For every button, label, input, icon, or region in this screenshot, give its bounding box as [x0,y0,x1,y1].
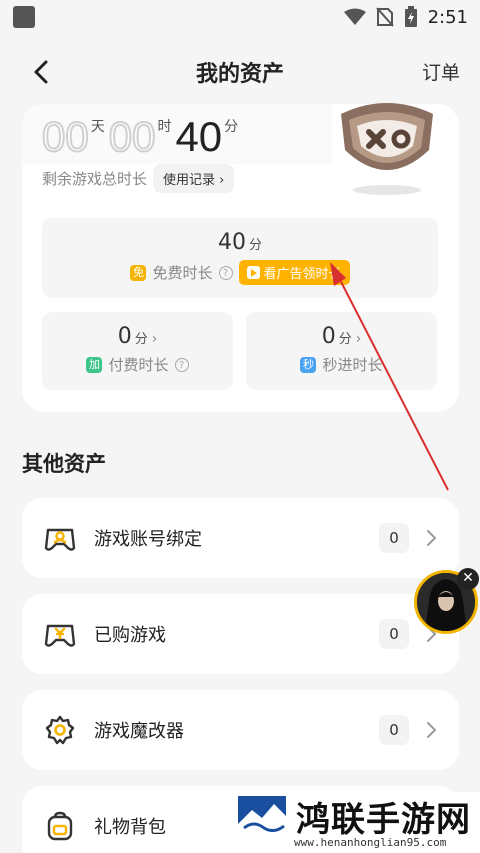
paid-time-value: 0 分 › [42,324,233,349]
other-assets-title: 其他资产 [22,452,106,476]
remaining-time: 00 天 00 时 40 分 [41,113,242,160]
count-badge: 0 [379,619,409,649]
remaining-row: 剩余游戏总时长 使用记录 › [42,164,235,193]
hours-value: 00 [108,113,157,160]
free-tag-icon: 免 [130,264,147,281]
usage-record-label: 使用记录 [163,173,216,188]
paid-time-label: 付费时长 [108,356,169,374]
gear-icon [45,715,75,745]
watermark-title: 鸿联手游网 [296,800,471,840]
free-time-label: 免费时长 [152,264,213,282]
paid-time-number: 0 [117,324,132,349]
play-icon [246,266,260,279]
gamepad-account-icon [44,528,76,551]
instant-time-label: 秒进时长 [322,356,383,374]
site-logo-icon [238,796,286,834]
minutes-value: 40 [175,113,223,160]
page-title: 我的资产 [195,62,284,87]
list-item-label: 游戏魔改器 [94,721,184,742]
list-item-account-binding[interactable]: 游戏账号绑定 0 [22,498,459,578]
usage-record-button[interactable]: 使用记录 › [153,164,235,193]
free-time-box: 40 分 免 免费时长 ? 看广告领时长 [42,218,438,298]
game-shield-mascot-icon [341,103,433,195]
chevron-right-icon: › [355,331,362,347]
watch-ad-label: 看广告领时长 [263,267,342,282]
list-item-purchased-games[interactable]: 已购游戏 0 [22,594,459,674]
days-unit: 天 [90,119,105,135]
help-icon[interactable]: ? [174,357,189,372]
site-watermark: 鸿联手游网 www.henanhonglian95.com [232,792,480,853]
status-icons: 2:51 [343,4,468,30]
count-badge: 0 [379,715,409,745]
instant-time-row: 秒 秒进时长 [246,354,437,375]
list-item-label: 游戏账号绑定 [94,529,202,550]
instant-tag-icon: 秒 [300,356,317,373]
list-item-game-modifier[interactable]: 游戏魔改器 0 [22,690,459,770]
status-bar: 2:51 [0,0,480,34]
free-time-row: 免 免费时长 ? 看广告领时长 [42,260,438,285]
hours-unit: 时 [157,119,172,135]
paid-time-row: 加 付费时长 ? [42,354,233,375]
list-item-label: 礼物背包 [94,817,166,838]
minutes-unit: 分 [224,119,239,135]
header: 我的资产 订单 [0,46,480,98]
gamepad-purchased-icon [44,624,76,647]
instant-time-box[interactable]: 0 分 › 秒 秒进时长 [246,312,437,390]
status-time: 2:51 [427,6,468,28]
instant-time-value: 0 分 › [246,324,437,349]
free-time-number: 40 [217,230,246,255]
orders-link[interactable]: 订单 [422,58,460,85]
paid-time-box[interactable]: 0 分 › 加 付费时长 ? [42,312,233,390]
remaining-label: 剩余游戏总时长 [42,170,148,188]
paid-tag-icon: 加 [86,356,103,373]
no-sim-icon [375,7,394,27]
count-badge: 0 [379,523,409,553]
list-item-label: 已购游戏 [94,625,166,646]
help-icon[interactable]: ? [218,265,233,280]
battery-charging-icon [404,6,417,27]
instant-time-number: 0 [321,324,336,349]
wifi-icon [343,8,366,25]
watermark-url: www.henanhonglian95.com [294,836,447,849]
watch-ad-button[interactable]: 看广告领时长 [238,260,350,285]
chevron-right-icon [427,530,437,546]
instant-time-unit: 分 [338,332,352,347]
app-notification-icon [13,6,35,28]
free-time-value: 40 分 [42,230,438,255]
chevron-right-icon [427,722,437,738]
paid-time-unit: 分 [134,332,148,347]
close-icon[interactable]: ✕ [457,568,479,590]
backpack-icon [47,811,73,841]
days-value: 00 [41,113,90,160]
free-time-unit: 分 [248,238,262,253]
chevron-right-icon: › [151,331,158,347]
